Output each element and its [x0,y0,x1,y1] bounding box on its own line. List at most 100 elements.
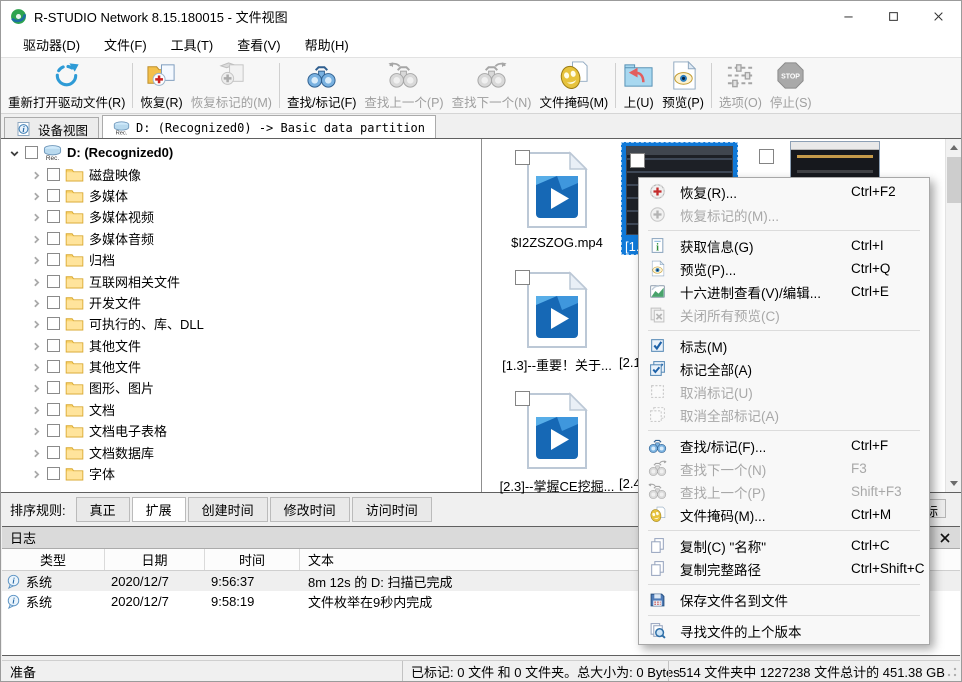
find-mark-button[interactable]: 查找/标记(F) [283,58,360,113]
tree-item-checkbox[interactable] [47,467,60,480]
tree-item-checkbox[interactable] [47,403,60,416]
chevron-right-icon[interactable] [31,254,42,265]
tree-item-folder[interactable]: 字体 [2,463,481,484]
tab-device-view[interactable]: i设备视图 [4,117,99,140]
sort-tab-extension[interactable]: 扩展 [132,497,186,522]
tab-partition[interactable]: Rec.D: (Recognized0) -> Basic data parti… [102,115,436,140]
sort-tab-created[interactable]: 创建时间 [188,497,268,522]
tree-item-label: 多媒体音频 [89,229,154,248]
chevron-right-icon[interactable] [31,190,42,201]
vertical-scrollbar[interactable] [945,139,962,492]
chevron-right-icon[interactable] [31,318,42,329]
tree-item-folder[interactable]: 其他文件 [2,335,481,356]
ctx-preview[interactable]: 预览(P)...Ctrl+Q [639,257,929,280]
tree-item-checkbox[interactable] [47,424,60,437]
tree-item-checkbox[interactable] [47,210,60,223]
chevron-right-icon[interactable] [31,361,42,372]
file-tile[interactable]: $I2ZSZOG.mp4 [495,143,619,250]
close-button[interactable] [916,1,961,31]
menu-help[interactable]: 帮助(H) [293,32,361,57]
ctx-copy-full-path[interactable]: 复制完整路径Ctrl+Shift+C [639,557,929,580]
log-close-icon[interactable] [938,531,952,545]
chevron-right-icon[interactable] [31,233,42,244]
tree-item-checkbox[interactable] [47,317,60,330]
tree-item-checkbox[interactable] [47,232,60,245]
tree-item-checkbox[interactable] [47,381,60,394]
chevron-right-icon[interactable] [31,211,42,222]
tree-item-checkbox[interactable] [47,189,60,202]
file-tile[interactable]: [1.3]--重要！关于... [495,263,619,374]
menu-file[interactable]: 文件(F) [92,32,159,57]
tree-root-checkbox[interactable] [25,146,38,159]
ctx-copy-name[interactable]: 复制(C) "名称"Ctrl+C [639,534,929,557]
resize-grip[interactable] [947,667,957,677]
tree-item-checkbox[interactable] [47,446,60,459]
log-column-header[interactable]: 类型 [2,549,105,570]
tree-item-folder[interactable]: 其他文件 [2,356,481,377]
tree-item-checkbox[interactable] [47,253,60,266]
ctx-recover[interactable]: 恢复(R)...Ctrl+F2 [639,180,929,203]
chevron-right-icon[interactable] [31,169,42,180]
ctx-mark-all[interactable]: 标记全部(A) [639,357,929,380]
recover-button[interactable]: 恢复(R) [136,58,186,113]
chevron-down-icon[interactable] [9,147,20,158]
tree-item-folder[interactable]: 文档数据库 [2,441,481,462]
log-column-header[interactable]: 日期 [105,549,205,570]
scroll-down-icon[interactable] [946,475,962,492]
chevron-right-icon[interactable] [31,297,42,308]
file-checkbox[interactable] [515,150,530,165]
tree-item-folder[interactable]: 多媒体音频 [2,228,481,249]
tree-item-checkbox[interactable] [47,275,60,288]
log-column-header[interactable]: 时间 [205,549,300,570]
file-checkbox[interactable] [515,391,530,406]
preview-button[interactable]: 预览(P) [658,58,708,113]
menu-tools[interactable]: 工具(T) [159,32,226,57]
context-menu-label: 取消标记(U) [680,382,753,402]
chevron-right-icon[interactable] [31,382,42,393]
menu-drives[interactable]: 驱动器(D) [11,32,92,57]
tree-item-folder[interactable]: 多媒体 [2,185,481,206]
maximize-button[interactable] [871,1,916,31]
tree-item-checkbox[interactable] [47,360,60,373]
up-button[interactable]: 上(U) [619,58,658,113]
file-checkbox[interactable] [630,153,645,168]
sort-tab-real[interactable]: 真正 [76,497,130,522]
ctx-hex-view[interactable]: 十六进制查看(V)/编辑...Ctrl+E [639,280,929,303]
reopen-drive-button[interactable]: 重新打开驱动文件(R) [4,58,129,113]
ctx-save-filenames[interactable]: 保存文件名到文件 [639,588,929,611]
tree-item-folder[interactable]: 图形、图片 [2,377,481,398]
tree-item-folder[interactable]: 开发文件 [2,292,481,313]
tree-item-checkbox[interactable] [47,296,60,309]
tree-root-row[interactable]: Rec.D: (Recognized0) [2,142,481,163]
chevron-right-icon[interactable] [31,404,42,415]
ctx-get-info[interactable]: i获取信息(G)Ctrl+I [639,234,929,257]
tree-item-folder[interactable]: 可执行的、库、DLL [2,313,481,334]
ctx-mark[interactable]: 标志(M) [639,334,929,357]
file-checkbox[interactable] [759,149,774,164]
ctx-file-mask[interactable]: 文件掩码(M)...Ctrl+M [639,503,929,526]
file-checkbox[interactable] [515,270,530,285]
tree-item-folder[interactable]: 文档 [2,399,481,420]
tree-item-checkbox[interactable] [47,339,60,352]
chevron-right-icon[interactable] [31,425,42,436]
chevron-right-icon[interactable] [31,276,42,287]
chevron-right-icon[interactable] [31,447,42,458]
file-tile[interactable]: [2.3]--掌握CE挖掘... [495,384,619,495]
sort-tab-modified[interactable]: 修改时间 [270,497,350,522]
tree-item-folder[interactable]: 磁盘映像 [2,163,481,184]
scrollbar-thumb[interactable] [947,157,961,203]
tree-item-checkbox[interactable] [47,168,60,181]
tree-item-folder[interactable]: 互联网相关文件 [2,270,481,291]
chevron-right-icon[interactable] [31,340,42,351]
sort-tab-accessed[interactable]: 访问时间 [352,497,432,522]
menu-view[interactable]: 查看(V) [225,32,292,57]
ctx-find-mark[interactable]: 查找/标记(F)...Ctrl+F [639,434,929,457]
chevron-right-icon[interactable] [31,468,42,479]
tree-item-folder[interactable]: 文档电子表格 [2,420,481,441]
ctx-find-prev-version[interactable]: 寻找文件的上个版本 [639,619,929,642]
tree-item-folder[interactable]: 多媒体视频 [2,206,481,227]
scroll-up-icon[interactable] [946,139,962,156]
minimize-button[interactable] [826,1,871,31]
tree-item-folder[interactable]: 归档 [2,249,481,270]
file-mask-button[interactable]: 文件掩码(M) [535,58,612,113]
